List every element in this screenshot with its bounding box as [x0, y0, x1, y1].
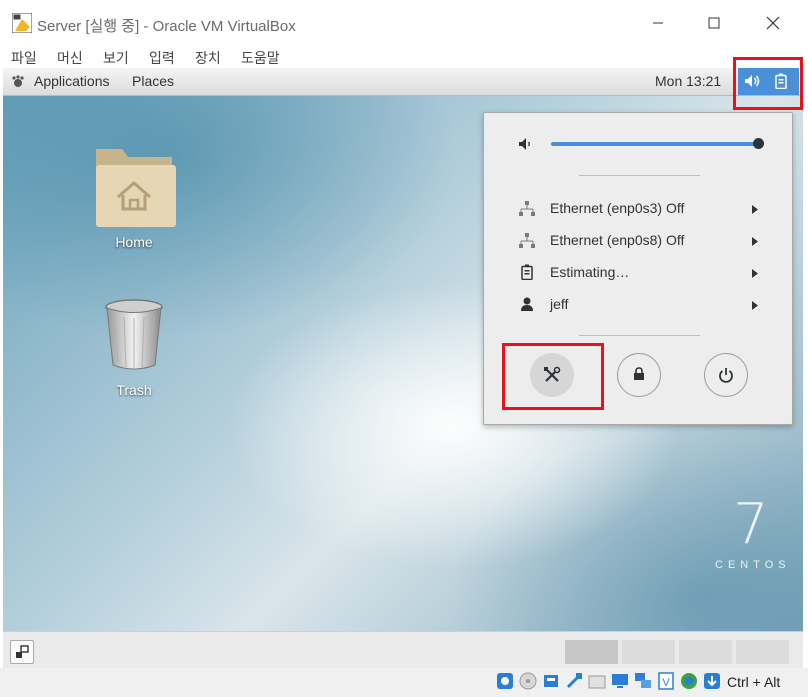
show-desktop-icon: [16, 645, 29, 658]
user-icon: [521, 297, 533, 311]
submenu-arrow-icon: [752, 237, 758, 246]
menu-item-ethernet-enp0s8[interactable]: Ethernet (enp0s8) Off: [484, 225, 792, 255]
lock-icon: [634, 367, 644, 380]
desktop-icon-trash[interactable]: Trash: [86, 299, 182, 409]
menu-devices[interactable]: 장치: [195, 48, 221, 68]
menu-file[interactable]: 파일: [11, 48, 37, 68]
network-wired-icon: [519, 201, 535, 216]
recording-icon[interactable]: V: [657, 672, 675, 690]
desktop-icon-label: Home: [115, 234, 153, 250]
minimize-icon: [653, 22, 663, 24]
optical-drive-icon[interactable]: [496, 672, 514, 690]
trash-icon: [105, 299, 163, 370]
mouse-integration-icon[interactable]: [703, 672, 721, 690]
workspace-1[interactable]: [565, 640, 618, 664]
settings-highlight-box: [502, 343, 604, 410]
volume-slider[interactable]: [551, 142, 759, 146]
gnome-foot-icon: [12, 75, 24, 87]
desktop-icon-home[interactable]: Home: [86, 145, 182, 255]
gnome-window-list-bar: [3, 631, 803, 668]
menu-item-label: Ethernet (enp0s3) Off: [550, 200, 685, 216]
power-button[interactable]: [704, 353, 748, 397]
lock-button[interactable]: [617, 353, 661, 397]
submenu-arrow-icon: [752, 269, 758, 278]
places-menu[interactable]: Places: [132, 73, 174, 89]
separator: [579, 175, 700, 176]
virtualbox-statusbar: V Ctrl + Alt: [0, 668, 808, 697]
submenu-arrow-icon: [752, 205, 758, 214]
menu-item-user[interactable]: jeff: [484, 289, 792, 319]
close-icon: [766, 16, 780, 30]
submenu-arrow-icon: [752, 301, 758, 310]
volume-slider-handle[interactable]: [753, 138, 764, 149]
minimize-button[interactable]: [635, 8, 681, 38]
usb-icon[interactable]: [565, 672, 583, 690]
menu-item-label: jeff: [550, 296, 569, 312]
desktop-icon-label: Trash: [116, 382, 152, 398]
storage-icon[interactable]: [542, 672, 560, 690]
workspace-2[interactable]: [622, 640, 675, 664]
disc-icon[interactable]: [519, 672, 537, 690]
shared-folder-icon[interactable]: [588, 672, 606, 690]
menu-machine[interactable]: 머신: [57, 48, 83, 68]
clock[interactable]: Mon 13:21: [655, 73, 721, 89]
applications-menu[interactable]: Applications: [34, 73, 110, 89]
maximize-icon: [708, 17, 720, 29]
separator: [579, 335, 700, 336]
volume-muted-icon: [519, 138, 530, 150]
home-folder-icon: [96, 149, 176, 227]
status-area-highlight-box: [733, 57, 803, 110]
window-title: Server [실행 중] - Oracle VM VirtualBox: [37, 18, 296, 35]
virtualbox-app-icon: [12, 13, 32, 33]
network-icon[interactable]: [634, 672, 652, 690]
window-titlebar: Server [실행 중] - Oracle VM VirtualBox: [0, 0, 808, 44]
close-button[interactable]: [750, 8, 796, 38]
vm-display[interactable]: Applications Places Mon 13:21 Home Trash…: [3, 68, 803, 668]
host-key-label[interactable]: Ctrl + Alt: [727, 674, 780, 690]
system-menu-popup: Ethernet (enp0s3) Off Ethernet (enp0s8) …: [483, 112, 793, 425]
menu-input[interactable]: 입력: [149, 48, 175, 68]
svg-text:V: V: [662, 677, 670, 689]
menu-item-label: Ethernet (enp0s8) Off: [550, 232, 685, 248]
menu-help[interactable]: 도움말: [241, 48, 280, 68]
maximize-button[interactable]: [691, 8, 737, 38]
cpu-icon[interactable]: [680, 672, 698, 690]
menu-view[interactable]: 보기: [103, 48, 129, 68]
centos-version-watermark: 7: [733, 492, 769, 557]
gnome-topbar: Applications Places Mon 13:21: [3, 68, 803, 96]
power-icon: [719, 368, 733, 383]
show-desktop-button[interactable]: [10, 640, 34, 664]
menu-item-label: Estimating…: [550, 264, 630, 280]
centos-brand-watermark: CENTOS: [715, 559, 791, 571]
workspace-4[interactable]: [736, 640, 789, 664]
menu-item-ethernet-enp0s3[interactable]: Ethernet (enp0s3) Off: [484, 193, 792, 223]
display-icon[interactable]: [611, 672, 629, 690]
menu-item-battery[interactable]: Estimating…: [484, 257, 792, 287]
network-wired-icon: [519, 233, 535, 248]
battery-icon: [521, 264, 533, 280]
workspace-3[interactable]: [679, 640, 732, 664]
desktop[interactable]: Home Trash 7 CENTOS Ethernet (enp0s3) Of…: [3, 96, 803, 631]
